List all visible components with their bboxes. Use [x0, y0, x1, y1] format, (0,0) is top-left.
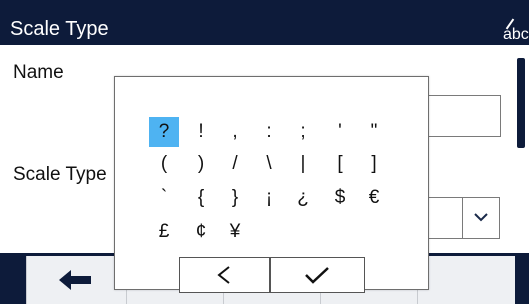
page-title: Scale Type: [10, 18, 109, 40]
char-key[interactable]: ,: [220, 117, 250, 147]
char-key[interactable]: ¡: [254, 183, 284, 213]
char-key[interactable]: \: [254, 149, 284, 179]
name-field[interactable]: [427, 95, 501, 137]
char-key[interactable]: ;: [288, 117, 318, 147]
scale-type-dropdown-button[interactable]: [462, 197, 500, 239]
char-key[interactable]: £: [149, 217, 179, 247]
special-character-popup: ?!,:; ' " () / \ |[] `{} ¡ ¿ $ € £ ¢ ¥: [114, 76, 429, 293]
arrow-left-icon: [59, 270, 91, 290]
char-key[interactable]: [: [325, 149, 355, 179]
char-key[interactable]: ¿: [288, 183, 318, 213]
scrollbar[interactable]: [517, 58, 525, 148]
scale-type-select[interactable]: [427, 197, 464, 239]
char-key[interactable]: `: [149, 183, 179, 213]
char-key[interactable]: ¢: [186, 217, 216, 247]
char-key[interactable]: ?: [149, 117, 179, 147]
char-key[interactable]: ': [325, 117, 355, 147]
back-softkey[interactable]: [26, 256, 127, 304]
name-label: Name: [13, 62, 64, 83]
popup-back-button[interactable]: [179, 257, 270, 293]
char-key[interactable]: :: [254, 117, 284, 147]
popup-ok-button[interactable]: [270, 257, 365, 293]
input-mode-label: abc: [503, 26, 529, 43]
char-key[interactable]: ]: [359, 149, 389, 179]
char-key[interactable]: |: [288, 149, 318, 179]
char-key[interactable]: €: [359, 183, 389, 213]
softkey-5[interactable]: [417, 256, 515, 304]
char-key[interactable]: !: [186, 117, 216, 147]
char-key[interactable]: /: [220, 149, 250, 179]
char-key[interactable]: }: [220, 183, 250, 213]
char-key[interactable]: $: [325, 183, 355, 213]
chevron-down-icon: [474, 213, 488, 222]
chevron-left-icon: [217, 266, 230, 284]
checkmark-icon: [305, 267, 329, 284]
title-bar: Scale Type abc: [0, 0, 529, 45]
char-key[interactable]: ": [359, 117, 389, 147]
input-mode-icon[interactable]: abc: [497, 18, 529, 44]
char-key[interactable]: (: [149, 149, 179, 179]
char-key[interactable]: ¥: [220, 217, 250, 247]
char-key[interactable]: {: [186, 183, 216, 213]
scale-type-label: Scale Type: [13, 164, 107, 185]
char-key[interactable]: ): [186, 149, 216, 179]
